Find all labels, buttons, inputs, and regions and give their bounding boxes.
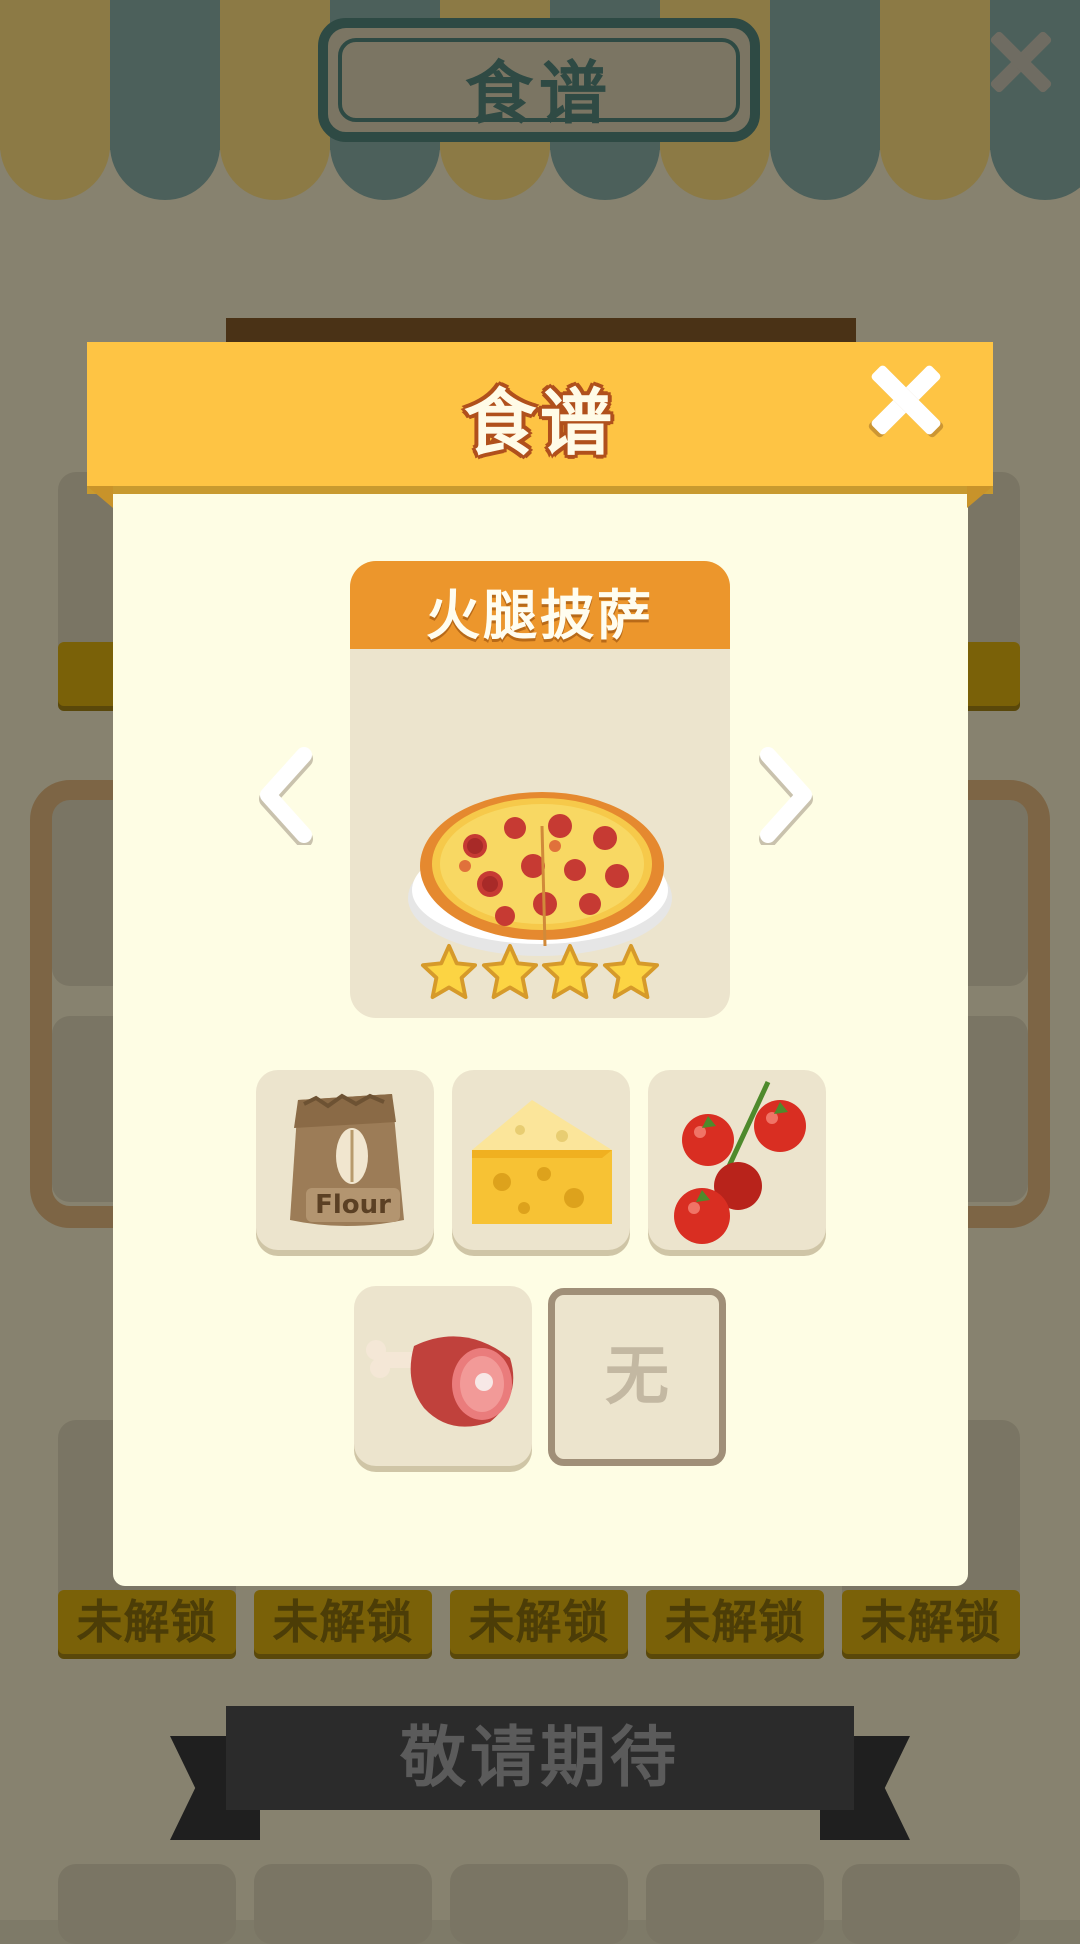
close-icon[interactable] — [870, 364, 942, 436]
background-tile — [646, 1864, 824, 1944]
flour-icon: Flour — [290, 1093, 404, 1226]
locked-label: 未解锁 — [254, 1590, 432, 1654]
locked-label: 未解锁 — [646, 1590, 824, 1654]
background-tile — [450, 1864, 628, 1944]
empty-slot-label: 无 — [605, 1340, 669, 1414]
rating-stars — [420, 943, 660, 1003]
prev-arrow-icon[interactable] — [252, 745, 322, 848]
ham-icon — [366, 1336, 514, 1427]
awning-stripe — [770, 0, 880, 200]
locked-label: 未解锁 — [450, 1590, 628, 1654]
ingredient-slot-flour[interactable]: Flour — [256, 1070, 434, 1250]
awning-stripe — [880, 0, 990, 200]
coming-soon-ribbon: 敬请期待 — [226, 1706, 854, 1810]
star-icon — [420, 943, 478, 1003]
cheese-icon — [472, 1100, 612, 1224]
modal-title: 食谱 — [463, 381, 616, 465]
pizza-icon — [408, 792, 672, 956]
next-arrow-icon[interactable] — [750, 745, 820, 848]
modal-header-shadow — [87, 486, 993, 494]
awning-stripe — [0, 0, 110, 200]
locked-label: 未解锁 — [58, 1590, 236, 1654]
background-title-plaque: 食谱 — [318, 18, 760, 142]
background-tile — [254, 1864, 432, 1944]
locked-label: 未解锁 — [842, 1590, 1020, 1654]
background-title: 食谱 — [464, 55, 613, 134]
star-icon — [541, 943, 599, 1003]
awning-stripe — [220, 0, 330, 200]
empty-ingredient-slot[interactable]: 无 — [548, 1288, 726, 1466]
ingredient-slot-cheese[interactable] — [452, 1070, 630, 1250]
ingredient-slot-ham[interactable] — [354, 1286, 532, 1466]
recipe-name: 火腿披萨 — [426, 584, 654, 647]
background-tile — [58, 1864, 236, 1944]
coming-soon-text: 敬请期待 — [400, 1719, 680, 1796]
background-close-icon — [988, 30, 1050, 92]
flour-label: Flour — [315, 1190, 391, 1220]
star-icon — [602, 943, 660, 1003]
ingredient-slot-tomato[interactable] — [648, 1070, 826, 1250]
star-icon — [481, 943, 539, 1003]
recipe-card: 火腿披萨 — [350, 561, 730, 1018]
awning-stripe — [110, 0, 220, 200]
tomato-icon — [674, 1080, 806, 1244]
background-tile — [842, 1864, 1020, 1944]
